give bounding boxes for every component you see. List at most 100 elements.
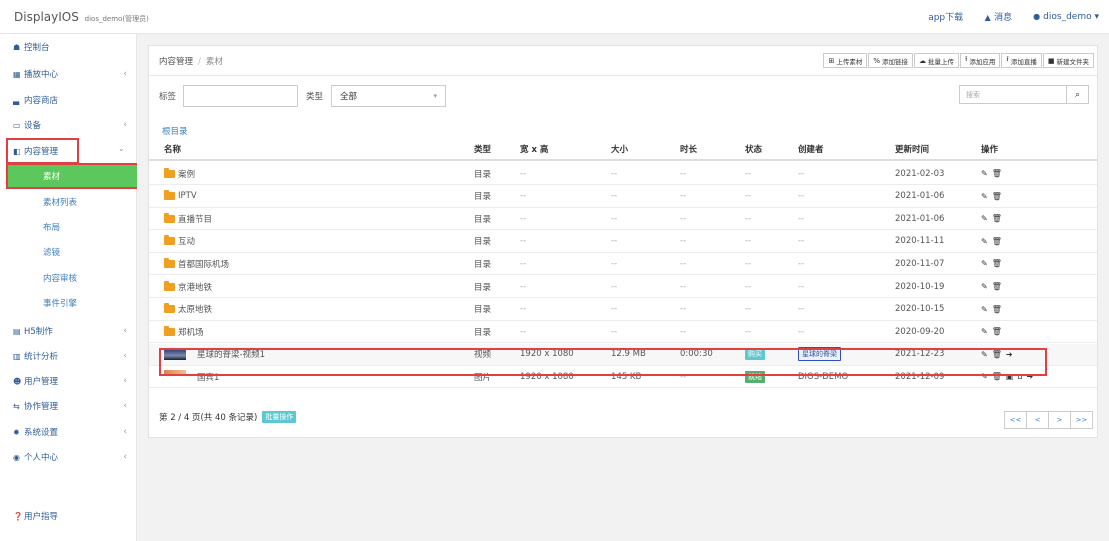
cell-updated: 2020-09-20 <box>895 321 944 342</box>
delete-icon[interactable]: 🗑 <box>992 327 1002 336</box>
delete-icon[interactable]: 🗑 <box>992 169 1002 178</box>
sidebar-item-h5[interactable]: ▤ H5制作 ‹ <box>0 320 137 342</box>
user-guide-link[interactable]: ❓用户指导 <box>13 510 58 522</box>
delete-icon[interactable]: 🗑 <box>992 192 1002 201</box>
sidebar-item-stats[interactable]: ▥ 统计分析 ‹ <box>0 345 137 367</box>
delete-icon[interactable]: 🗑 <box>992 214 1002 223</box>
sidebar-item-dashboard[interactable]: ☗ 控制台 <box>0 36 137 58</box>
sidebar-item-store[interactable]: ▃ 内容商店 <box>0 89 137 111</box>
cell-name[interactable]: 京港地铁 <box>164 276 212 297</box>
edit-icon[interactable]: ✎ <box>981 305 988 314</box>
delete-icon[interactable]: 🗑 <box>992 237 1002 246</box>
item-name[interactable]: 国宾1 <box>197 371 219 383</box>
share-icon[interactable]: ➜ <box>1027 372 1034 381</box>
cell-name[interactable]: 案例 <box>164 163 195 184</box>
type-filter-select[interactable]: 全部 ▾ <box>331 85 446 107</box>
delete-icon[interactable]: 🗑 <box>992 305 1002 314</box>
cell-name[interactable]: IPTV <box>164 186 197 207</box>
sidebar-item-settings[interactable]: ✹ 系统设置 ‹ <box>0 421 137 443</box>
messages-link[interactable]: ▲ 消息 <box>983 10 1013 23</box>
cell-name[interactable]: 首都国际机场 <box>164 253 229 274</box>
root-directory-link[interactable]: 根目录 <box>162 125 188 137</box>
table-row[interactable]: 国宾1 图片 1920 x 1080 145 KB -- 就绪 DIOS-DEMO 2021-… <box>149 366 1097 389</box>
col-header-size: 大小 <box>611 145 629 155</box>
cell-name[interactable]: 太原地铁 <box>164 299 212 320</box>
table-row[interactable]: 星球的脊梁-视频1 视频 1920 x 1080 12.9 MB 0:00:30 购买 星球… <box>149 343 1097 366</box>
app-download-link[interactable]: app下载 <box>928 10 963 23</box>
table-row[interactable]: 郑机场 目录 -- -- -- -- -- 2020-09-20 ✎ 🗑 <box>149 321 1097 344</box>
next-page-button[interactable]: > <box>1048 411 1071 429</box>
sidebar-item-devices[interactable]: ▭ 设备 ‹ <box>0 114 137 136</box>
sidebar-sub-layout[interactable]: 布局 <box>0 216 137 238</box>
cell-ops: ✎ 🗑 <box>981 231 1006 252</box>
cell-name[interactable]: 国宾1 <box>164 366 219 387</box>
edit-icon[interactable]: ✎ <box>981 169 988 178</box>
edit-icon[interactable]: ✎ <box>981 282 988 291</box>
add-app-button[interactable]: ⭱ 添加应用 <box>959 53 1001 68</box>
sidebar-item-users[interactable]: ☻ 用户管理 ‹ <box>0 370 137 392</box>
cell-name[interactable]: 互动 <box>164 231 195 252</box>
delete-icon[interactable]: 🗑 <box>992 282 1002 291</box>
table-row[interactable]: 直播节目 目录 -- -- -- -- -- 2021-01-06 ✎ 🗑 <box>149 208 1097 231</box>
edit-icon[interactable]: ✎ <box>981 192 988 201</box>
sidebar-item-profile[interactable]: ◉ 个人中心 ‹ <box>0 446 137 468</box>
delete-icon[interactable]: 🗑 <box>992 350 1002 359</box>
item-name[interactable]: 互动 <box>178 235 195 247</box>
add-link-button[interactable]: % 添加链接 <box>868 53 913 68</box>
edit-icon[interactable]: ✎ <box>981 237 988 246</box>
sidebar-item-content-management[interactable]: ◧ 内容管理 <box>6 138 79 164</box>
sidebar-sub-event-engine[interactable]: 事件引擎 <box>0 292 137 314</box>
user-menu[interactable]: ● dios_demo ▾ <box>1032 12 1099 22</box>
item-name[interactable]: 直播节目 <box>178 213 212 225</box>
sidebar-item-play-center[interactable]: ▦ 播放中心 ‹ <box>0 63 137 85</box>
edit-icon[interactable]: ✎ <box>981 214 988 223</box>
table-row[interactable]: 京港地铁 目录 -- -- -- -- -- 2020-10-19 ✎ 🗑 <box>149 276 1097 298</box>
cell-name[interactable]: 星球的脊梁-视频1 <box>164 344 265 365</box>
sidebar-sub-review[interactable]: 内容审核 <box>0 267 137 289</box>
item-name[interactable]: 星球的脊梁-视频1 <box>197 348 265 360</box>
copy-icon[interactable]: ▣ <box>1006 372 1014 381</box>
breadcrumb-parent[interactable]: 内容管理 <box>159 57 193 67</box>
sidebar-item-label: 内容商店 <box>24 96 59 106</box>
cell-name[interactable]: 郑机场 <box>164 321 204 342</box>
batch-upload-button[interactable]: ☁ 批量上传 <box>913 53 959 68</box>
batch-ops-button[interactable]: 批量操作 <box>262 411 297 423</box>
first-page-button[interactable]: << <box>1004 411 1027 429</box>
search-icon[interactable]: ⌕ <box>1066 86 1088 103</box>
item-name[interactable]: 太原地铁 <box>178 303 212 315</box>
tag-filter-input[interactable] <box>183 85 298 107</box>
edit-icon[interactable]: ✎ <box>981 372 988 381</box>
pager: << < > >> <box>1004 411 1093 429</box>
table-row[interactable]: IPTV 目录 -- -- -- -- -- 2021-01-06 ✎ 🗑 <box>149 186 1097 208</box>
table-row[interactable]: 太原地铁 目录 -- -- -- -- -- 2020-10-15 ✎ 🗑 <box>149 299 1097 321</box>
table-row[interactable]: 互动 目录 -- -- -- -- -- 2020-11-11 ✎ 🗑 <box>149 231 1097 253</box>
upload-material-button[interactable]: ⊞ 上传素材 <box>823 53 868 68</box>
app-brand[interactable]: DisplayIOS dios_demo(管理员) <box>0 10 149 24</box>
search-input[interactable]: 搜索 <box>960 90 980 100</box>
delete-icon[interactable]: 🗑 <box>992 259 1002 268</box>
share-icon[interactable]: ➜ <box>1006 350 1013 359</box>
item-name[interactable]: 案例 <box>178 168 195 180</box>
sidebar-sub-filter[interactable]: 滤镜 <box>0 241 137 263</box>
item-name[interactable]: 首都国际机场 <box>178 258 229 270</box>
delete-icon[interactable]: 🗑 <box>992 372 1002 381</box>
sidebar-sub-material-list[interactable]: 素材列表 <box>0 191 137 213</box>
cell-name[interactable]: 直播节目 <box>164 208 212 229</box>
item-name[interactable]: IPTV <box>178 191 197 201</box>
table-row[interactable]: 案例 目录 -- -- -- -- -- 2021-02-03 ✎ 🗑 <box>149 163 1097 185</box>
prev-page-button[interactable]: < <box>1026 411 1049 429</box>
search-box[interactable]: 搜索 ⌕ <box>959 85 1089 104</box>
edit-icon[interactable]: ✎ <box>981 327 988 336</box>
edit-icon[interactable]: ✎ <box>981 259 988 268</box>
new-folder-button[interactable]: ■ 新建文件夹 <box>1042 53 1094 68</box>
last-page-button[interactable]: >> <box>1070 411 1093 429</box>
item-name[interactable]: 郑机场 <box>178 326 204 338</box>
add-live-button[interactable]: ⭱ 添加直播 <box>1001 53 1042 68</box>
sidebar-sub-material[interactable]: 素材 <box>6 163 139 189</box>
item-name[interactable]: 京港地铁 <box>178 281 212 293</box>
lock-icon[interactable]: ⌂ <box>1017 372 1022 381</box>
table-row[interactable]: 首都国际机场 目录 -- -- -- -- -- 2020-11-07 ✎ 🗑 <box>149 253 1097 276</box>
cell-duration: -- <box>680 366 686 387</box>
edit-icon[interactable]: ✎ <box>981 350 988 359</box>
sidebar-item-collab[interactable]: ⇆ 协作管理 ‹ <box>0 395 137 417</box>
